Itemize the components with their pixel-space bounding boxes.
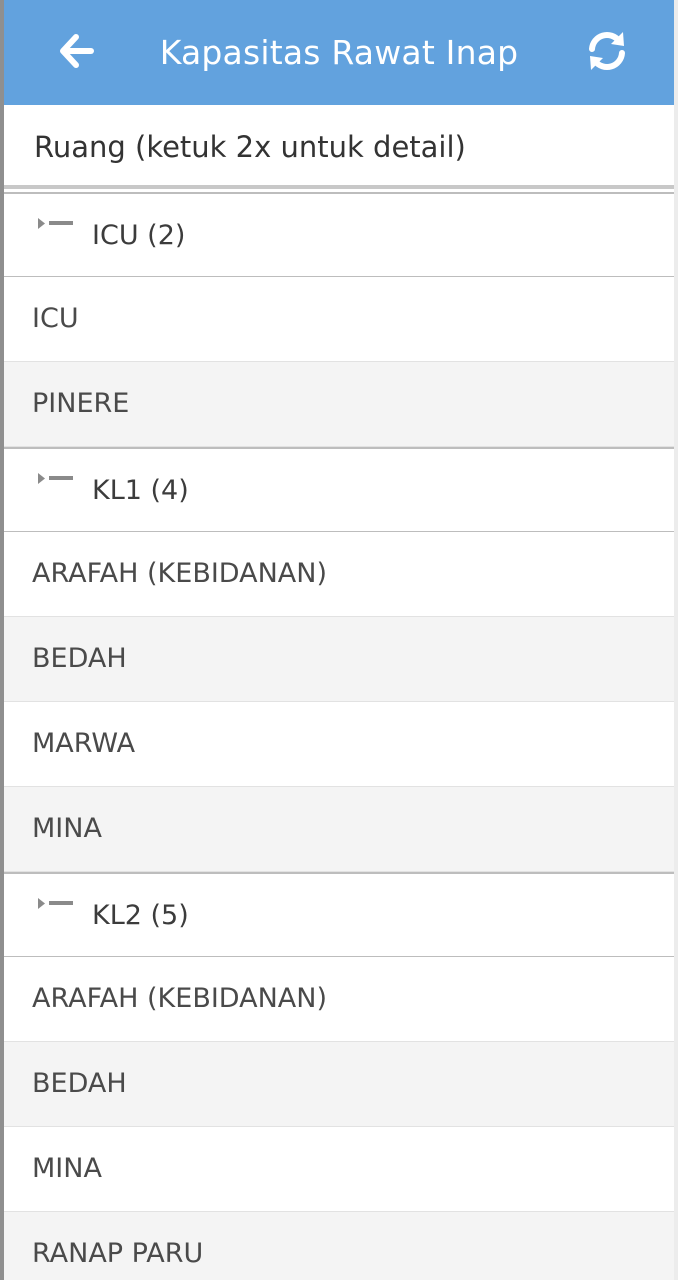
list-item[interactable]: ARAFAH (KEBIDANAN) <box>4 957 674 1042</box>
refresh-icon <box>589 32 625 70</box>
group-label: KL1 (4) <box>92 475 189 506</box>
list-item-label: MARWA <box>32 728 136 759</box>
list-item-label: BEDAH <box>32 1068 127 1099</box>
list-item-label: ICU <box>32 303 79 334</box>
group-label: KL2 (5) <box>92 900 189 931</box>
list-item-label: PINERE <box>32 388 130 419</box>
group-label: ICU (2) <box>92 220 186 251</box>
left-edge <box>0 0 4 1280</box>
collapse-icon <box>38 473 73 484</box>
list-item-label: ARAFAH (KEBIDANAN) <box>32 558 327 589</box>
group-row-kl2[interactable]: KL2 (5) <box>4 872 674 957</box>
list-item-label: ARAFAH (KEBIDANAN) <box>32 983 327 1014</box>
group-row-icu[interactable]: ICU (2) <box>4 192 674 277</box>
list-item[interactable]: ICU <box>4 277 674 362</box>
arrow-left-icon <box>60 34 94 68</box>
page-title: Kapasitas Rawat Inap <box>159 33 519 72</box>
list-item[interactable]: PINERE <box>4 362 674 447</box>
list-item-label: MINA <box>32 813 102 844</box>
list-header: Ruang (ketuk 2x untuk detail) <box>4 105 674 189</box>
list-item-label: RANAP PARU <box>32 1238 204 1269</box>
list-item[interactable]: MINA <box>4 787 674 872</box>
list-item[interactable]: BEDAH <box>4 617 674 702</box>
list-item[interactable]: BEDAH <box>4 1042 674 1127</box>
list-item[interactable]: MARWA <box>4 702 674 787</box>
collapse-icon <box>38 218 73 229</box>
list-item[interactable]: MINA <box>4 1127 674 1212</box>
screen: Kapasitas Rawat Inap Ruang (ketuk 2x unt… <box>0 0 678 1280</box>
right-edge <box>674 0 678 1280</box>
list-item-label: MINA <box>32 1153 102 1184</box>
collapse-icon <box>38 898 73 909</box>
app-bar: Kapasitas Rawat Inap <box>4 0 674 105</box>
list-item-label: BEDAH <box>32 643 127 674</box>
refresh-button[interactable] <box>582 26 632 76</box>
list-item[interactable]: ARAFAH (KEBIDANAN) <box>4 532 674 617</box>
room-list: ICU (2) ICU PINERE KL1 (4) ARAFAH (KEBID… <box>4 192 674 1280</box>
list-header-label: Ruang (ketuk 2x untuk detail) <box>34 130 466 164</box>
back-button[interactable] <box>52 28 98 74</box>
list-item[interactable]: RANAP PARU <box>4 1212 674 1280</box>
group-row-kl1[interactable]: KL1 (4) <box>4 447 674 532</box>
